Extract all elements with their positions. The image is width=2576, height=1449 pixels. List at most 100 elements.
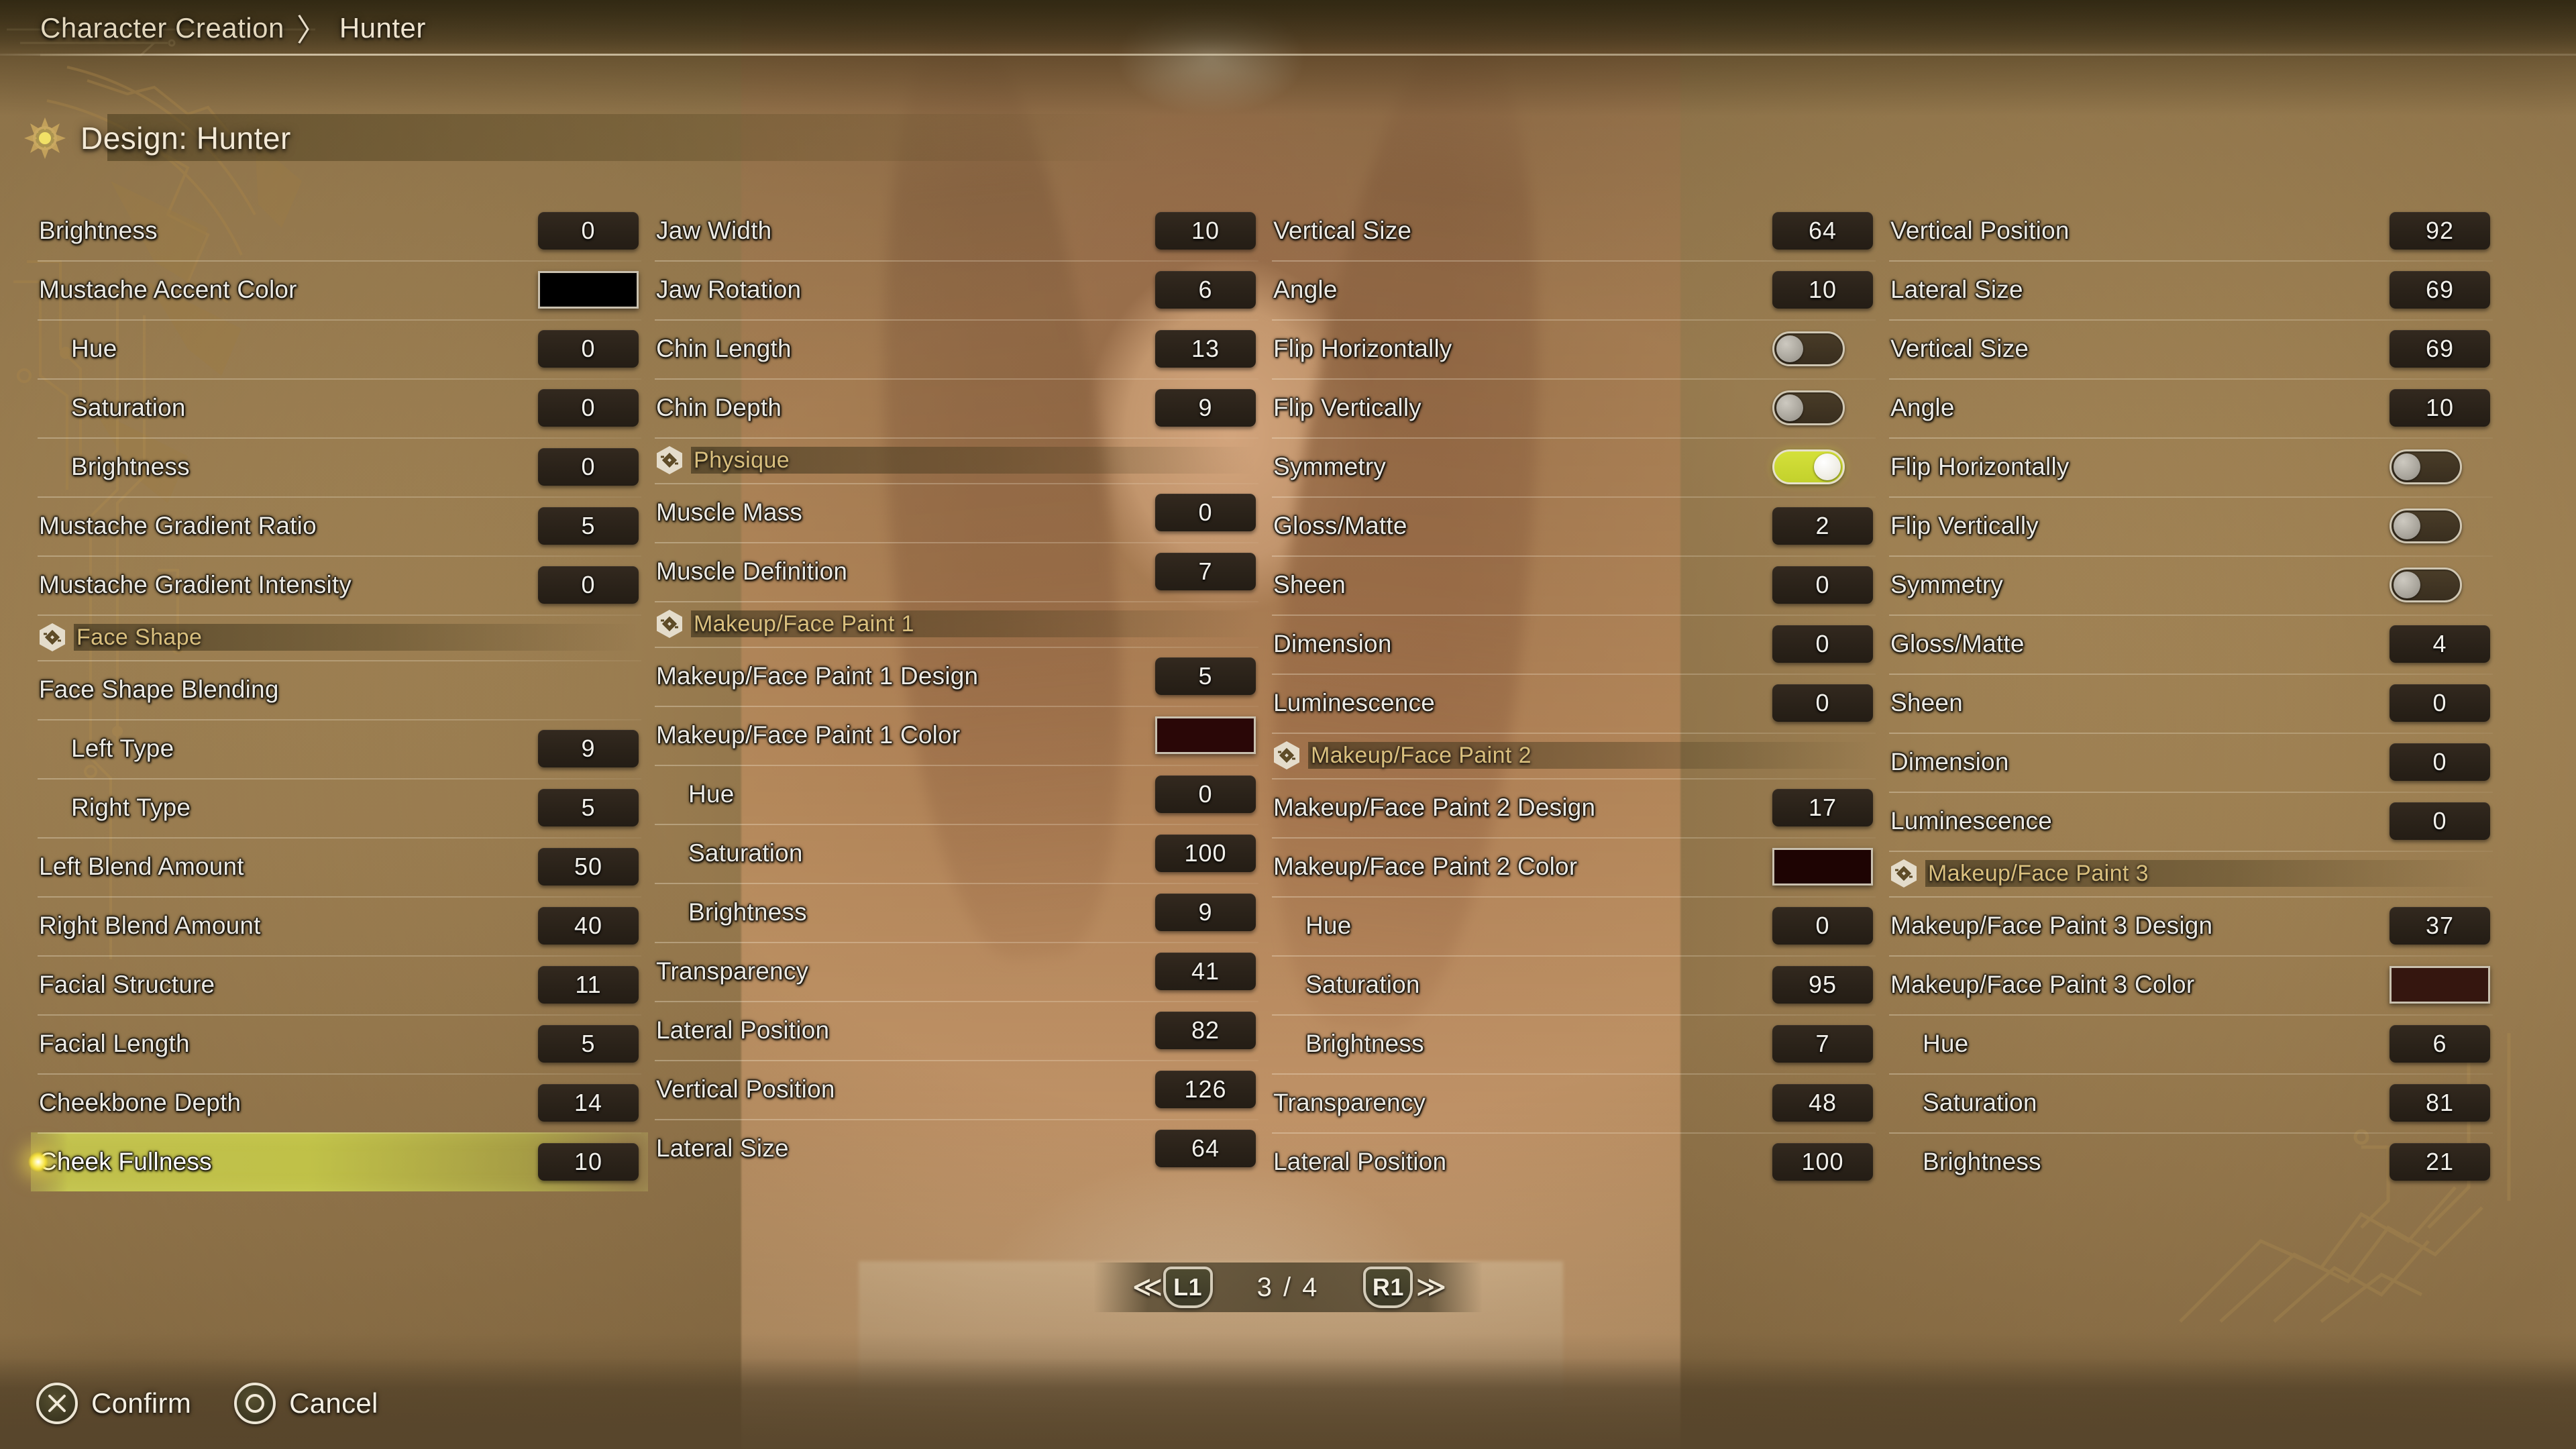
- settings-row[interactable]: Makeup/Face Paint 1 Design 5: [648, 647, 1265, 706]
- setting-value-box[interactable]: 37: [2390, 907, 2490, 945]
- setting-value-box[interactable]: 69: [2390, 330, 2490, 368]
- setting-value-box[interactable]: 0: [2390, 802, 2490, 840]
- toggle-track[interactable]: [1772, 331, 1845, 366]
- settings-row[interactable]: Brightness 7: [1265, 1014, 1882, 1073]
- settings-row[interactable]: Makeup/Face Paint 2 Color: [1265, 837, 1882, 896]
- settings-row[interactable]: Flip Vertically: [1265, 378, 1882, 437]
- settings-row[interactable]: Saturation 81: [1882, 1073, 2500, 1132]
- settings-row[interactable]: Symmetry: [1265, 437, 1882, 496]
- setting-value-box[interactable]: 82: [1155, 1012, 1256, 1049]
- setting-value-box[interactable]: 5: [538, 789, 639, 826]
- settings-row[interactable]: Makeup/Face Paint 1 Color: [648, 706, 1265, 765]
- setting-value-box[interactable]: 2: [1772, 507, 1873, 545]
- setting-toggle[interactable]: [2390, 507, 2490, 545]
- setting-value-box[interactable]: 6: [2390, 1025, 2490, 1063]
- setting-value-box[interactable]: 7: [1155, 553, 1256, 590]
- setting-value-box[interactable]: 81: [2390, 1084, 2490, 1122]
- settings-row[interactable]: Hue 0: [31, 319, 648, 378]
- settings-row[interactable]: Transparency 48: [1265, 1073, 1882, 1132]
- toggle-track[interactable]: [1772, 449, 1845, 484]
- settings-row[interactable]: Dimension 0: [1882, 733, 2500, 792]
- setting-value-box[interactable]: 9: [1155, 894, 1256, 931]
- setting-value-box[interactable]: 0: [1772, 625, 1873, 663]
- setting-value-box[interactable]: 100: [1155, 835, 1256, 872]
- r1-bumper-button[interactable]: R1: [1363, 1267, 1413, 1308]
- setting-value-box[interactable]: 0: [2390, 743, 2490, 781]
- settings-row[interactable]: Flip Vertically: [1882, 496, 2500, 555]
- settings-row[interactable]: Muscle Definition 7: [648, 542, 1265, 601]
- setting-value-box[interactable]: 0: [1155, 775, 1256, 813]
- settings-row[interactable]: Vertical Position 92: [1882, 201, 2500, 260]
- setting-value-box[interactable]: 5: [538, 1025, 639, 1063]
- settings-row[interactable]: Hue 0: [1265, 896, 1882, 955]
- setting-value-box[interactable]: 0: [1155, 494, 1256, 531]
- settings-row[interactable]: Right Type 5: [31, 778, 648, 837]
- setting-value-box[interactable]: 95: [1772, 966, 1873, 1004]
- setting-toggle[interactable]: [1772, 330, 1873, 368]
- settings-row-selected[interactable]: Cheek Fullness 10: [28, 1132, 648, 1191]
- setting-value-box[interactable]: 126: [1155, 1071, 1256, 1108]
- settings-row[interactable]: Saturation 100: [648, 824, 1265, 883]
- settings-row[interactable]: Brightness 0: [31, 201, 648, 260]
- setting-toggle[interactable]: [1772, 448, 1873, 486]
- settings-row[interactable]: Dimension 0: [1265, 614, 1882, 674]
- settings-row[interactable]: Brightness 0: [31, 437, 648, 496]
- settings-row[interactable]: Chin Length 13: [648, 319, 1265, 378]
- settings-row[interactable]: Cheekbone Depth 14: [31, 1073, 648, 1132]
- setting-value-box[interactable]: 92: [2390, 212, 2490, 250]
- cancel-button[interactable]: Cancel: [234, 1383, 378, 1424]
- settings-row[interactable]: Vertical Position 126: [648, 1060, 1265, 1119]
- settings-row[interactable]: Right Blend Amount 40: [31, 896, 648, 955]
- setting-toggle[interactable]: [1772, 389, 1873, 427]
- settings-row[interactable]: Makeup/Face Paint 3 Color: [1882, 955, 2500, 1014]
- settings-row[interactable]: Sheen 0: [1882, 674, 2500, 733]
- setting-value-box[interactable]: 0: [538, 566, 639, 604]
- settings-row[interactable]: Lateral Size 64: [648, 1119, 1265, 1178]
- toggle-track[interactable]: [2390, 449, 2462, 484]
- setting-value-box[interactable]: 17: [1772, 789, 1873, 826]
- settings-row[interactable]: Left Blend Amount 50: [31, 837, 648, 896]
- settings-row[interactable]: Lateral Position 82: [648, 1001, 1265, 1060]
- setting-value-box[interactable]: 10: [1155, 212, 1256, 250]
- setting-value-box[interactable]: 0: [1772, 566, 1873, 604]
- setting-value-box[interactable]: 0: [538, 448, 639, 486]
- settings-row[interactable]: Vertical Size 69: [1882, 319, 2500, 378]
- settings-row[interactable]: Symmetry: [1882, 555, 2500, 614]
- setting-toggle[interactable]: [2390, 448, 2490, 486]
- settings-row[interactable]: Facial Length 5: [31, 1014, 648, 1073]
- setting-toggle[interactable]: [2390, 566, 2490, 604]
- settings-row[interactable]: Lateral Position 100: [1265, 1132, 1882, 1191]
- settings-row[interactable]: Saturation 95: [1265, 955, 1882, 1014]
- setting-value-box[interactable]: 0: [538, 212, 639, 250]
- settings-row[interactable]: Hue 6: [1882, 1014, 2500, 1073]
- setting-value-box[interactable]: 5: [538, 507, 639, 545]
- setting-value-box[interactable]: 10: [2390, 389, 2490, 427]
- setting-value-box[interactable]: 9: [538, 730, 639, 767]
- setting-value-box[interactable]: 13: [1155, 330, 1256, 368]
- setting-value-box[interactable]: 64: [1772, 212, 1873, 250]
- setting-value-box[interactable]: 21: [2390, 1143, 2490, 1181]
- setting-value-box[interactable]: 9: [1155, 389, 1256, 427]
- settings-row[interactable]: Luminescence 0: [1265, 674, 1882, 733]
- settings-row[interactable]: Luminescence 0: [1882, 792, 2500, 851]
- settings-row[interactable]: Brightness 9: [648, 883, 1265, 942]
- setting-value-box[interactable]: 48: [1772, 1084, 1873, 1122]
- settings-row[interactable]: Mustache Gradient Ratio 5: [31, 496, 648, 555]
- settings-row[interactable]: Left Type 9: [31, 719, 648, 778]
- settings-row[interactable]: Face Shape Blending: [31, 660, 648, 719]
- settings-row[interactable]: Jaw Width 10: [648, 201, 1265, 260]
- settings-row[interactable]: Chin Depth 9: [648, 378, 1265, 437]
- setting-value-box[interactable]: 41: [1155, 953, 1256, 990]
- settings-row[interactable]: Sheen 0: [1265, 555, 1882, 614]
- setting-value-box[interactable]: 50: [538, 848, 639, 885]
- settings-row[interactable]: Gloss/Matte 2: [1265, 496, 1882, 555]
- setting-value-box[interactable]: 100: [1772, 1143, 1873, 1181]
- setting-value-box[interactable]: 5: [1155, 657, 1256, 695]
- settings-row[interactable]: Lateral Size 69: [1882, 260, 2500, 319]
- setting-value-box[interactable]: 10: [538, 1143, 639, 1181]
- color-swatch[interactable]: [2390, 966, 2490, 1004]
- setting-value-box[interactable]: 0: [538, 330, 639, 368]
- toggle-track[interactable]: [2390, 508, 2462, 543]
- setting-value-box[interactable]: 14: [538, 1084, 639, 1122]
- color-swatch[interactable]: [538, 271, 639, 309]
